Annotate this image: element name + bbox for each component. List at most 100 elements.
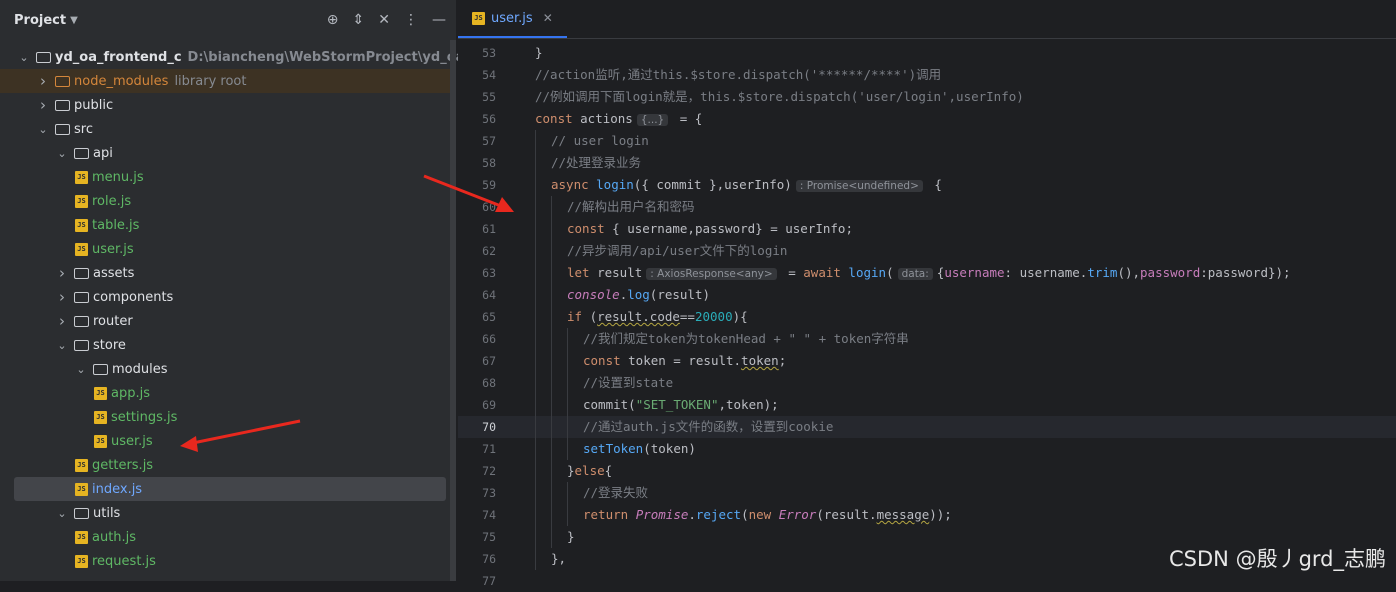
- tree-folder-item[interactable]: › node_modules library root: [0, 69, 456, 93]
- code-line[interactable]: 73 //登录失败: [458, 482, 1396, 504]
- code-token: result.code: [597, 309, 680, 324]
- tree-file-item[interactable]: JS user.js: [0, 429, 456, 453]
- code-line[interactable]: 53}: [458, 42, 1396, 64]
- minimize-icon[interactable]: —: [432, 12, 446, 28]
- project-view-selector[interactable]: Project ▼: [14, 13, 78, 28]
- chevron-right-icon[interactable]: ›: [56, 288, 68, 306]
- folder-icon: [74, 147, 89, 159]
- tree-folder-item[interactable]: ⌄ store: [0, 333, 456, 357]
- chevron-down-icon[interactable]: ⌄: [56, 507, 68, 520]
- code-line[interactable]: 55 //例如调用下面login就是，this.$store.dispatch('…: [458, 86, 1396, 108]
- code-token: ;: [778, 353, 787, 368]
- project-tree: ⌄ yd_oa_frontend_c D:\biancheng\WebStormPr…: [0, 45, 549, 573]
- tree-item-label: request.js: [92, 553, 156, 569]
- code-line[interactable]: 68 //设置到state: [458, 372, 1396, 394]
- code-line[interactable]: 69 commit("SET_TOKEN",token);: [458, 394, 1396, 416]
- tree-folder-item[interactable]: › router: [0, 309, 456, 333]
- code-line[interactable]: 56 const actions {...} = {: [458, 108, 1396, 130]
- locate-icon[interactable]: ⊕: [327, 12, 339, 28]
- chevron-right-icon[interactable]: ›: [56, 312, 68, 330]
- code-line[interactable]: 64 console.log(result): [458, 284, 1396, 306]
- code-view[interactable]: 53} 54 //action监听,通过this.$store.dispatch('…: [458, 42, 1396, 592]
- tree-file-item[interactable]: JS app.js: [0, 381, 456, 405]
- code-token: = {: [672, 111, 703, 126]
- tree-folder-item[interactable]: › assets: [0, 261, 456, 285]
- indent-guide: [567, 438, 568, 460]
- code-line[interactable]: 62 //异步调用/api/user文件下的login: [458, 240, 1396, 262]
- tree-folder-item[interactable]: › public: [0, 93, 456, 117]
- code-line[interactable]: 70 //通过auth.js文件的函数，设置到cookie: [458, 416, 1396, 438]
- tree-file-item[interactable]: JS role.js: [0, 189, 456, 213]
- code-line[interactable]: 59 async login({ commit },userInfo): Prom…: [458, 174, 1396, 196]
- code-token: {: [926, 177, 942, 192]
- code-token: setToken: [583, 441, 644, 456]
- code-line[interactable]: 61 const { username,password} = userInfo;: [458, 218, 1396, 240]
- tree-file-item[interactable]: JS index.js: [14, 477, 446, 501]
- code-text: //action监听,通过this.$store.dispatch('*****…: [535, 64, 941, 86]
- chevron-down-icon[interactable]: ⌄: [56, 147, 68, 160]
- indent-guide: [567, 328, 568, 350]
- code-line[interactable]: 72}else{: [458, 460, 1396, 482]
- tree-item-label: index.js: [92, 481, 143, 497]
- code-line[interactable]: 67 const token = result.token;: [458, 350, 1396, 372]
- code-line[interactable]: 54 //action监听,通过this.$store.dispatch('***…: [458, 64, 1396, 86]
- indent-guide: [535, 240, 536, 262]
- tree-file-item[interactable]: JS request.js: [0, 549, 456, 573]
- close-icon[interactable]: ✕: [543, 11, 553, 25]
- indent-guide: [551, 504, 552, 526]
- code-line[interactable]: 65 if (result.code==20000){: [458, 306, 1396, 328]
- vertical-scrollbar[interactable]: [450, 40, 456, 581]
- code-text: commit("SET_TOKEN",token);: [583, 394, 779, 416]
- indent-guide: [535, 284, 536, 306]
- indent-guide: [567, 504, 568, 526]
- chevron-down-icon[interactable]: ⌄: [75, 363, 87, 376]
- chevron-right-icon[interactable]: ›: [37, 72, 49, 90]
- chevron-right-icon[interactable]: ›: [56, 264, 68, 282]
- more-options-icon[interactable]: ⋮: [404, 12, 418, 28]
- line-number: 57: [482, 134, 496, 148]
- chevron-down-icon[interactable]: ⌄: [18, 51, 30, 64]
- tree-folder-item[interactable]: ⌄ api: [0, 141, 456, 165]
- tree-item-label: public: [74, 97, 114, 113]
- line-number: 68: [482, 376, 496, 390]
- code-line[interactable]: 71 setToken(token): [458, 438, 1396, 460]
- tree-file-item[interactable]: JS table.js: [0, 213, 456, 237]
- tree-folder-item[interactable]: ⌄ modules: [0, 357, 456, 381]
- code-token: },: [551, 551, 567, 566]
- indent-guide: [535, 328, 536, 350]
- code-line[interactable]: 66 //我们规定token为tokenHead + " " + token字符串: [458, 328, 1396, 350]
- code-text: //异步调用/api/user文件下的login: [567, 240, 787, 262]
- chevron-right-icon[interactable]: ›: [37, 96, 49, 114]
- code-line[interactable]: 58 //处理登录业务: [458, 152, 1396, 174]
- js-file-icon: JS: [94, 434, 107, 448]
- indent-guide: [535, 482, 536, 504]
- line-number: 61: [482, 222, 496, 236]
- code-line[interactable]: 60 //解构出用户名和密码: [458, 196, 1396, 218]
- code-token: trim: [1087, 265, 1118, 280]
- editor-tab-bar: JS user.js ✕: [458, 0, 1396, 39]
- code-line[interactable]: 57 // user login: [458, 130, 1396, 152]
- tree-folder-item[interactable]: ⌄ src: [0, 117, 456, 141]
- code-line[interactable]: 77: [458, 570, 1396, 592]
- tree-file-item[interactable]: JS user.js: [0, 237, 456, 261]
- tree-folder-item[interactable]: ⌄ utils: [0, 501, 456, 525]
- tab-user-js[interactable]: JS user.js ✕: [458, 0, 567, 38]
- tree-folder-item[interactable]: ⌄ yd_oa_frontend_c D:\biancheng\WebStormPr…: [0, 45, 549, 69]
- collapse-all-icon[interactable]: ✕: [378, 12, 390, 28]
- chevron-down-icon[interactable]: ⌄: [56, 339, 68, 352]
- tree-item-label: getters.js: [92, 457, 154, 473]
- tree-folder-item[interactable]: › components: [0, 285, 456, 309]
- code-text: console.log(result): [567, 284, 710, 306]
- tree-file-item[interactable]: JS auth.js: [0, 525, 456, 549]
- tree-file-item[interactable]: JS settings.js: [0, 405, 456, 429]
- code-token: 20000: [694, 309, 733, 324]
- expand-collapse-icon[interactable]: ⇕: [353, 12, 365, 28]
- indent-guide: [535, 548, 536, 570]
- line-number: 77: [482, 574, 496, 588]
- line-number: 58: [482, 156, 496, 170]
- tree-file-item[interactable]: JS getters.js: [0, 453, 456, 477]
- code-line[interactable]: 63 let result: AxiosResponse<any> = await…: [458, 262, 1396, 284]
- code-line[interactable]: 74 return Promise.reject(new Error(result…: [458, 504, 1396, 526]
- chevron-down-icon[interactable]: ⌄: [37, 123, 49, 136]
- tree-file-item[interactable]: JS menu.js: [0, 165, 456, 189]
